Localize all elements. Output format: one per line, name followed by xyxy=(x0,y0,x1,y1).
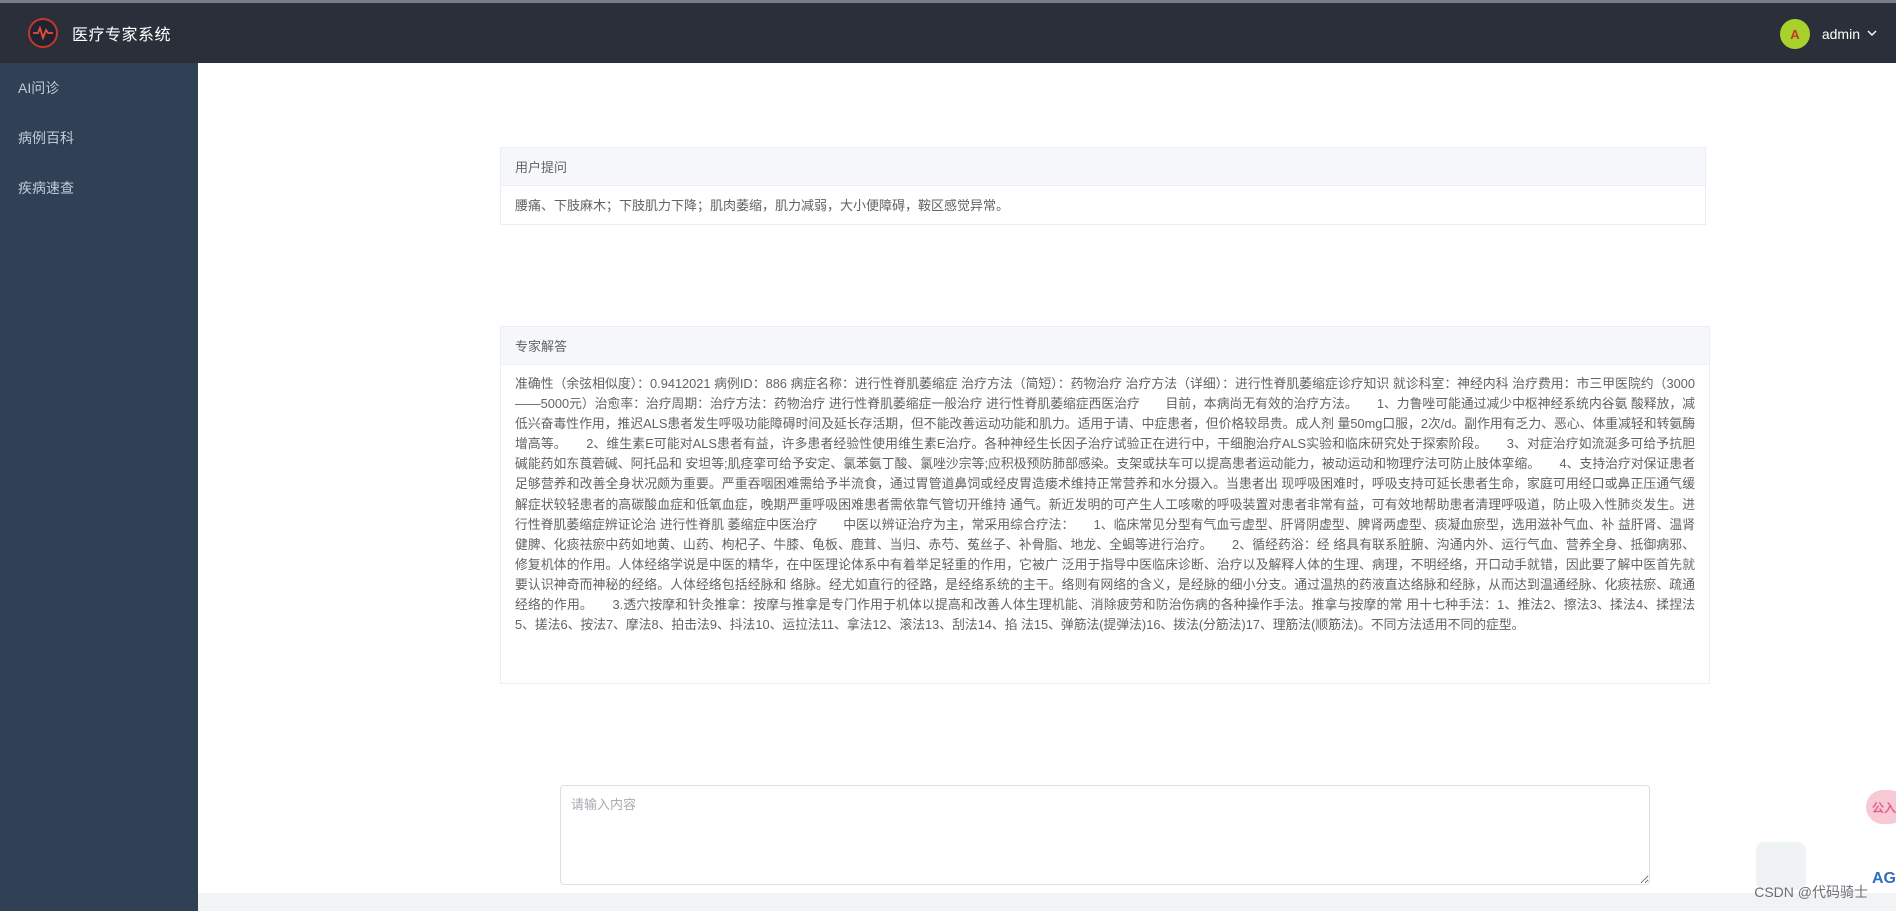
main-content: 用户提问 腰痛、下肢麻木；下肢肌力下降；肌肉萎缩，肌力减弱，大小便障碍，鞍区感觉… xyxy=(198,63,1896,911)
floating-assistant-tab[interactable]: 公入 xyxy=(1866,790,1896,824)
question-card-header: 用户提问 xyxy=(501,148,1705,186)
sidebar: 医疗专家系统 AI问诊 病例百科 疾病速查 xyxy=(0,3,198,911)
brand: 医疗专家系统 xyxy=(0,3,198,63)
watermark-badge: AG xyxy=(1872,870,1896,887)
top-navbar: A admin xyxy=(198,3,1896,63)
sidebar-item-case-encyclopedia[interactable]: 病例百科 xyxy=(0,113,198,163)
sidebar-item-disease-lookup[interactable]: 疾病速查 xyxy=(0,163,198,213)
watermark-text: CSDN @代码骑士 xyxy=(1754,884,1868,900)
question-card: 用户提问 腰痛、下肢麻木；下肢肌力下降；肌肉萎缩，肌力减弱，大小便障碍，鞍区感觉… xyxy=(500,147,1706,225)
answer-card-header: 专家解答 xyxy=(501,327,1709,365)
answer-card: 专家解答 准确性（余弦相似度）：0.9412021 病例ID：886 病症名称：… xyxy=(500,326,1710,684)
heartbeat-logo-icon xyxy=(28,18,58,48)
chevron-down-icon[interactable] xyxy=(1866,26,1878,44)
question-input[interactable] xyxy=(560,785,1650,885)
app-title: 医疗专家系统 xyxy=(72,27,172,44)
username[interactable]: admin xyxy=(1822,26,1860,42)
avatar[interactable]: A xyxy=(1780,19,1810,49)
answer-text: 准确性（余弦相似度）：0.9412021 病例ID：886 病症名称：进行性脊肌… xyxy=(515,376,1695,633)
sidebar-item-ai-consult[interactable]: AI问诊 xyxy=(0,63,198,113)
question-text: 腰痛、下肢麻木；下肢肌力下降；肌肉萎缩，肌力减弱，大小便障碍，鞍区感觉异常。 xyxy=(515,198,1010,213)
bottom-strip xyxy=(198,893,1896,911)
